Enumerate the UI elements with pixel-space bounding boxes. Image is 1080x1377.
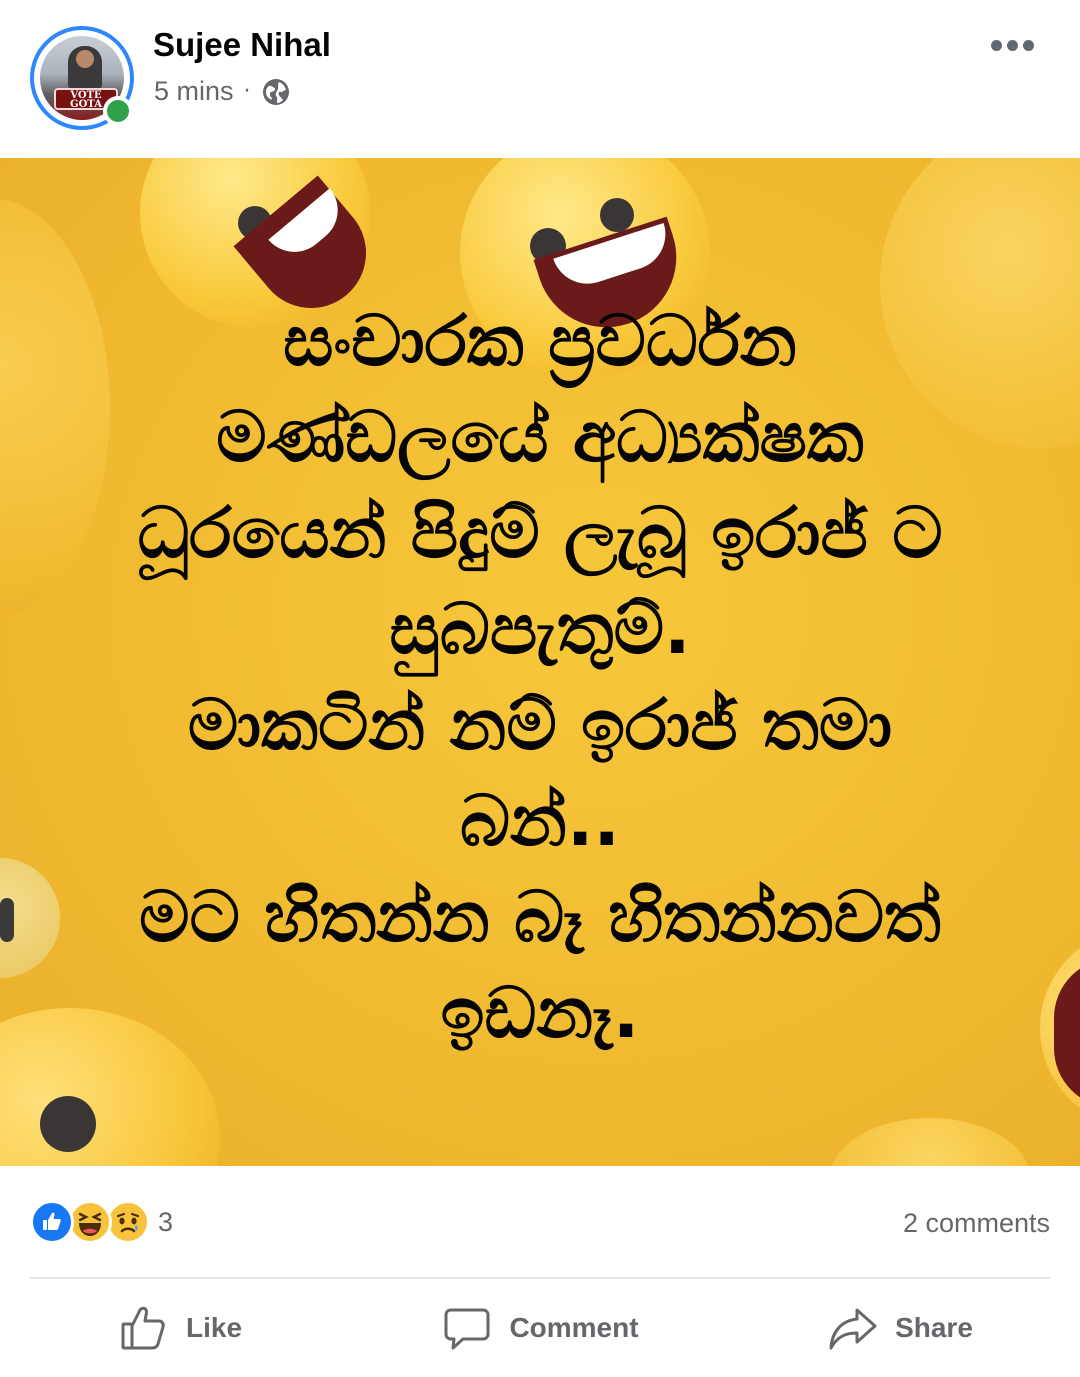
image-overlay-text: සංචාරක ප්‍රවර්ධන මණ්ඩලයේ අධ්‍යක්ෂක ධූරයෙ… — [60, 293, 1020, 1061]
image-text-line: මාකටින් නම් ඉරාජ් තමා — [187, 684, 893, 766]
emoji-bubble-decoration — [0, 858, 60, 978]
more-options-button[interactable] — [985, 26, 1039, 64]
post-meta: 5 mins · — [154, 76, 291, 107]
meta-separator: · — [243, 79, 251, 104]
image-text-line: බන්.. — [459, 780, 621, 862]
image-text-line: ඉඩනෑ. — [440, 972, 640, 1054]
image-text-line: මට හිතන්න බෑ හිතන්නවත් — [139, 876, 941, 958]
image-text-line: සුබපැතුම්. — [389, 588, 691, 670]
facebook-post: VOTE GOTA Sujee Nihal 5 mins · සංචාරක ප්… — [0, 0, 1080, 1377]
author-name[interactable]: Sujee Nihal — [153, 26, 331, 64]
laughing-emoji-decoration — [1040, 928, 1080, 1128]
image-text-line: ධූරයෙන් පිදුම් ලැබූ ඉරාජ් ට — [137, 492, 943, 574]
comments-count-link[interactable]: 2 comments — [903, 1208, 1050, 1239]
share-label: Share — [895, 1312, 973, 1343]
more-horizontal-icon — [1022, 39, 1034, 51]
post-image[interactable]: සංචාරක ප්‍රවර්ධන මණ්ඩලයේ අධ්‍යක්ෂක ධූරයෙ… — [0, 158, 1080, 1166]
share-button[interactable]: Share — [720, 1279, 1080, 1377]
like-button[interactable]: Like — [0, 1279, 360, 1377]
comment-label: Comment — [509, 1312, 639, 1343]
sad-reaction-icon — [106, 1200, 150, 1244]
thumbs-up-icon — [121, 1306, 165, 1350]
more-horizontal-icon — [1006, 39, 1018, 51]
comment-button[interactable]: Comment — [360, 1279, 720, 1377]
like-reaction-icon — [30, 1200, 74, 1244]
post-actions: Like Comment Share — [0, 1279, 1080, 1377]
reaction-summary[interactable]: 3 — [30, 1200, 173, 1244]
reaction-count: 3 — [158, 1206, 174, 1237]
post-header: VOTE GOTA Sujee Nihal 5 mins · — [0, 0, 1080, 158]
image-text-line: සංචාරක ප්‍රවර්ධන — [283, 300, 797, 382]
share-icon — [829, 1308, 877, 1350]
globe-icon[interactable] — [261, 77, 291, 107]
post-timestamp[interactable]: 5 mins — [154, 76, 234, 107]
haha-reaction-icon — [68, 1200, 112, 1244]
emoji-bubble-decoration — [830, 1118, 1030, 1166]
online-status-indicator — [103, 96, 133, 126]
comment-icon — [444, 1308, 490, 1350]
avatar-face — [76, 50, 94, 68]
reactions-bar: 3 2 comments — [0, 1166, 1080, 1278]
more-horizontal-icon — [990, 39, 1002, 51]
like-label: Like — [185, 1312, 243, 1343]
image-text-line: මණ්ඩලයේ අධ්‍යක්ෂක — [216, 396, 864, 478]
